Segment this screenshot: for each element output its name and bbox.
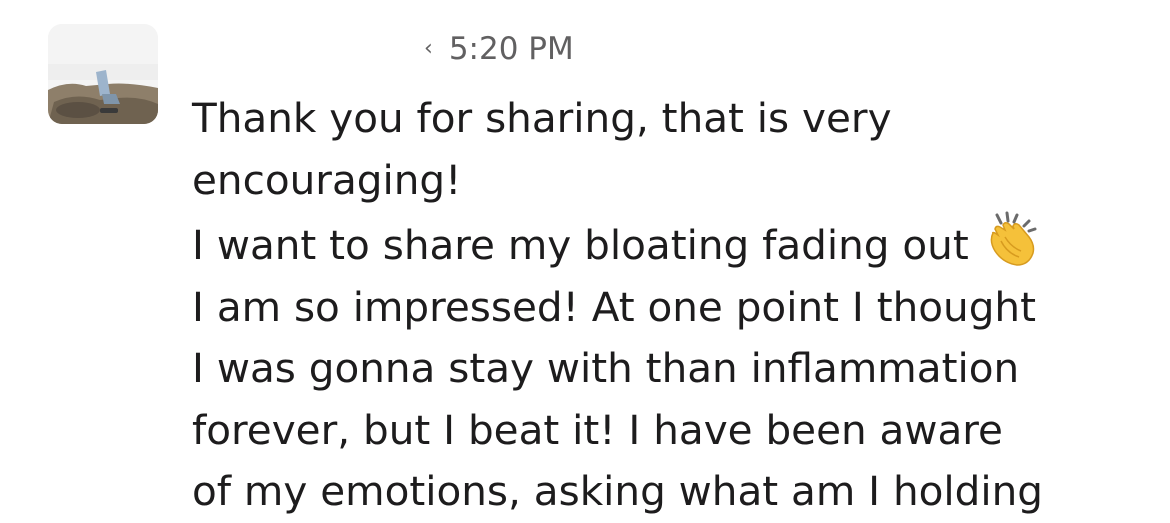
- message-body: Thank you for sharing, that is very enco…: [192, 88, 1160, 523]
- message-line: forever, but I beat it! I have been awar…: [192, 405, 1003, 454]
- clapping-hands-icon: [983, 211, 1039, 269]
- message-line: I want to share my bloating fading out: [192, 211, 1160, 277]
- message-line-text: I want to share my bloating fading out: [192, 221, 969, 269]
- message-header: ‹ 5:20 PM: [424, 30, 574, 68]
- user-photo-avatar-icon: [48, 24, 158, 124]
- avatar[interactable]: [48, 24, 158, 124]
- message-timestamp[interactable]: 5:20 PM: [449, 30, 574, 68]
- message-line: encouraging!: [192, 155, 462, 204]
- message-line: I am so impressed! At one point I though…: [192, 282, 1036, 331]
- message-line: I was gonna stay with than inflammation: [192, 344, 1020, 392]
- timestamp-prefix-glyph: ‹: [424, 36, 433, 61]
- message-line: Thank you for sharing, that is very: [192, 94, 892, 142]
- message-line: of my emotions, asking what am I holding: [192, 467, 1044, 515]
